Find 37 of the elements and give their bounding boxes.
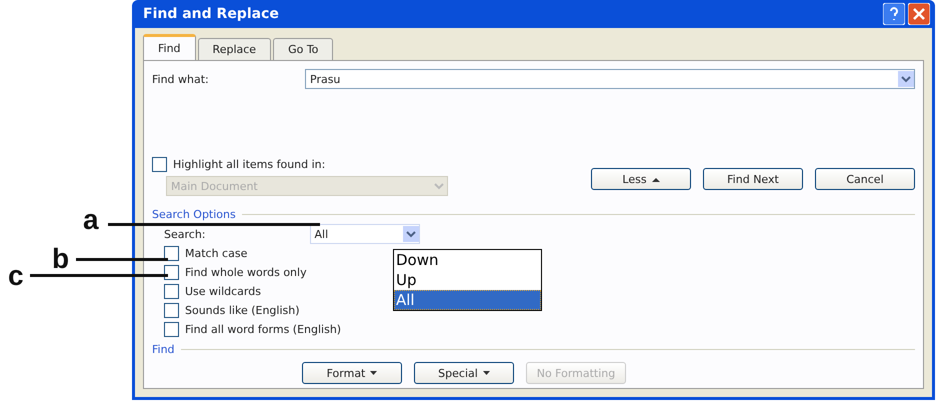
checkbox[interactable] [164,246,179,261]
help-icon[interactable] [883,3,905,25]
option-label: Match case [185,247,248,260]
callout-letter: a [83,206,99,234]
option-label: Find whole words only [185,266,307,279]
section-legend: Find [152,343,175,356]
callout-letter: b [52,245,70,273]
dialog-button[interactable]: Find Next [703,168,803,190]
checkbox[interactable] [164,322,179,337]
find-what-field[interactable]: Prasu [305,69,915,89]
search-label: Search: [164,228,206,240]
option-label: Find all word forms (English) [185,323,342,336]
checkbox[interactable] [164,303,179,318]
option-label: Sounds like (English) [185,304,300,317]
window-title: Find and Replace [143,6,279,22]
find-what-label: Find what: [152,72,209,86]
checkbox[interactable] [164,284,179,299]
dialog-button[interactable]: Special [414,362,514,384]
option-label: Use wildcards [185,285,261,298]
tab[interactable]: Find [143,34,196,60]
checkbox[interactable] [164,265,179,280]
up-arrow-icon [652,175,660,183]
close-icon[interactable] [908,3,930,25]
caret-icon [370,370,378,376]
section-legend: Search Options [152,208,236,221]
highlight-label: Highlight all items found in: [173,158,326,171]
dialog-button[interactable]: Format [302,362,402,384]
caret-icon[interactable] [898,71,914,87]
list-option[interactable]: All [394,290,541,310]
tab[interactable]: Go To [273,38,334,60]
callout-letter: c [8,262,24,290]
dialog-button[interactable]: Less [591,168,691,190]
search-dropdown[interactable]: All [310,224,420,244]
tab[interactable]: Replace [198,38,272,60]
dialog-button[interactable]: Cancel [815,168,915,190]
caret-icon [482,370,490,376]
caret-icon[interactable] [402,226,418,242]
